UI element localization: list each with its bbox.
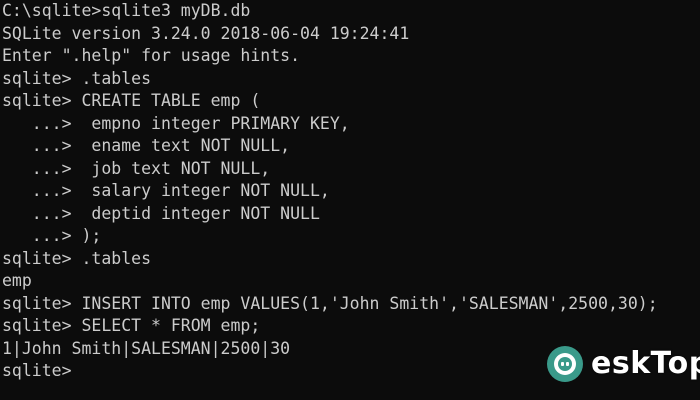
- console-line-13: emp: [2, 271, 32, 290]
- console-line-4: sqlite> .tables: [2, 68, 152, 88]
- console-line-7: ...> ename text NOT NULL,: [2, 136, 291, 155]
- console-line-6: ...> empno integer PRIMARY KEY,: [2, 113, 350, 133]
- console-line-3: Enter ".help" for usage hints.: [2, 46, 301, 65]
- console-line-1: C:\sqlite>sqlite3 myDB.db: [2, 1, 251, 20]
- console-line-11: ...> );: [2, 226, 102, 245]
- watermark-text: eskTop: [591, 346, 700, 381]
- console-line-5: sqlite> CREATE TABLE emp (: [2, 91, 261, 110]
- console-line-2: SQLite version 3.24.0 2018-06-04 19:24:4…: [2, 23, 410, 43]
- console-line-14: sqlite> INSERT INTO emp VALUES(1,'John S…: [2, 293, 658, 313]
- console-line-8: ...> job text NOT NULL,: [2, 158, 271, 178]
- console-line-15: sqlite> SELECT * FROM emp;: [2, 316, 261, 335]
- console-line-12: sqlite> .tables: [2, 248, 152, 268]
- desktop-logo-icon: [547, 346, 583, 382]
- command-prompt-window[interactable]: C:\sqlite>sqlite3 myDB.db SQLite version…: [0, 0, 700, 400]
- console-prompt-line[interactable]: sqlite>: [2, 360, 72, 382]
- console-line-10: ...> deptid integer NOT NULL: [2, 203, 320, 223]
- desktop-watermark: eskTop: [545, 341, 700, 387]
- console-line-9: ...> salary integer NOT NULL,: [2, 181, 330, 200]
- console-line-16: 1|John Smith|SALESMAN|2500|30: [2, 338, 291, 358]
